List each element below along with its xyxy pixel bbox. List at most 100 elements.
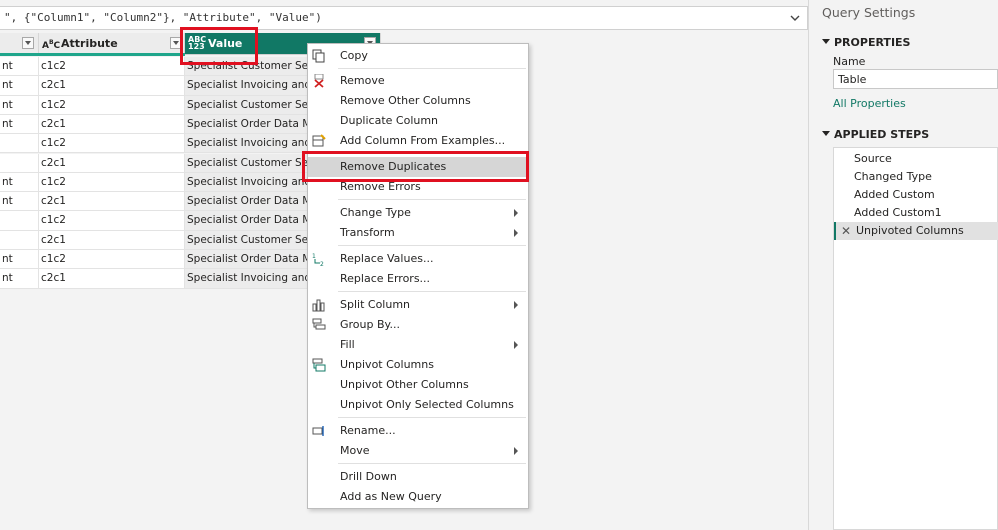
menu-item-label: Replace Errors... [340,272,431,285]
table-cell[interactable]: nt [0,114,39,135]
table-cell[interactable]: c1c2 [39,134,185,154]
menu-item-add-column-from-examples[interactable]: Add Column From Examples... [308,131,528,151]
menu-item-remove[interactable]: Remove [308,71,528,91]
table-cell[interactable]: nt [0,192,39,212]
step-source[interactable]: Source [834,150,998,168]
menu-item-transform[interactable]: Transform [308,223,528,243]
copy-icon [312,49,325,63]
menu-item-label: Drill Down [340,470,397,483]
query-name-input[interactable]: Table [833,69,998,89]
menu-separator [338,245,526,246]
menu-item-remove-other-columns[interactable]: Remove Other Columns [308,91,528,111]
table-cell[interactable]: nt [0,76,39,96]
table-cell[interactable] [0,230,39,250]
table-cell[interactable]: c2c1 [39,153,185,173]
formula-bar[interactable]: ", {"Column1", "Column2"}, "Attribute", … [0,6,808,30]
unpivot-icon [312,358,326,372]
menu-item-label: Move [340,444,370,457]
menu-item-move[interactable]: Move [308,441,528,461]
menu-item-fill[interactable]: Fill [308,335,528,355]
menu-item-label: Split Column [340,298,411,311]
rename-icon [312,426,324,436]
menu-item-label: Add Column From Examples... [340,134,506,147]
menu-item-unpivot-columns[interactable]: Unpivot Columns [308,355,528,375]
table-cell[interactable]: nt [0,250,39,270]
split-column-icon [312,299,325,312]
context-menu: Copy Remove Remove Other Columns Duplica… [307,43,529,509]
collapse-triangle-icon[interactable] [822,131,830,136]
submenu-arrow-icon [514,229,518,237]
menu-item-drill-down[interactable]: Drill Down [308,467,528,487]
query-settings-pane: Query Settings PROPERTIES Name Table All… [808,0,998,530]
menu-item-label: Replace Values... [340,252,434,265]
column-header-attribute[interactable]: ABC Attribute [39,33,185,55]
collapse-triangle-icon[interactable] [822,39,830,44]
menu-item-unpivot-other-columns[interactable]: Unpivot Other Columns [308,375,528,395]
menu-item-group-by[interactable]: Group By... [308,315,528,335]
table-cell[interactable]: nt [0,172,39,193]
table-cell[interactable]: c1c2 [39,250,185,270]
text-type-icon[interactable]: ABC [42,39,60,51]
pane-divider [808,0,809,530]
menu-item-label: Add as New Query [340,490,442,503]
table-cell[interactable]: c2c1 [39,114,185,135]
step-label: Unpivoted Columns [856,224,964,237]
menu-item-label: Unpivot Only Selected Columns [340,398,514,411]
all-properties-link[interactable]: All Properties [833,97,906,110]
submenu-arrow-icon [514,209,518,217]
svg-text:1: 1 [312,253,316,260]
table-cell[interactable]: c1c2 [39,57,185,77]
menu-separator [338,463,526,464]
menu-item-unpivot-only-selected[interactable]: Unpivot Only Selected Columns [308,395,528,415]
menu-separator [338,68,526,69]
table-cell[interactable]: c2c1 [39,230,185,250]
table-cell[interactable]: c2c1 [39,76,185,96]
menu-item-change-type[interactable]: Change Type [308,203,528,223]
menu-item-label: Group By... [340,318,400,331]
menu-item-duplicate-column[interactable]: Duplicate Column [308,111,528,131]
table-cell[interactable]: c1c2 [39,95,185,115]
step-label: Added Custom [854,188,935,201]
step-added-custom[interactable]: Added Custom [834,186,998,204]
formula-text[interactable]: ", {"Column1", "Column2"}, "Attribute", … [4,11,322,24]
table-cell[interactable] [0,211,39,231]
menu-item-label: Unpivot Other Columns [340,378,469,391]
table-cell[interactable]: c2c1 [39,269,185,289]
section-heading: PROPERTIES [834,36,911,49]
table-cell[interactable]: c1c2 [39,172,185,193]
step-changed-type[interactable]: Changed Type [834,168,998,186]
chevron-down-icon[interactable] [789,12,801,24]
menu-item-replace-errors[interactable]: Replace Errors... [308,269,528,289]
menu-item-label: Rename... [340,424,396,437]
menu-item-label: Remove Other Columns [340,94,471,107]
step-added-custom1[interactable]: Added Custom1 [834,204,998,222]
table-cell[interactable]: nt [0,95,39,115]
table-cell[interactable]: c2c1 [39,192,185,212]
menu-item-label: Unpivot Columns [340,358,434,371]
menu-separator [338,199,526,200]
table-cell[interactable] [0,153,39,173]
table-cell[interactable]: c1c2 [39,211,185,231]
table-cell[interactable] [0,134,39,154]
step-unpivoted-columns[interactable]: ✕ Unpivoted Columns [834,222,998,240]
replace-values-icon: 12 [312,253,324,266]
table-cell[interactable]: nt [0,269,39,289]
delete-step-icon[interactable]: ✕ [841,224,851,238]
remove-column-icon [314,74,324,88]
menu-item-add-as-new-query[interactable]: Add as New Query [308,487,528,507]
table-cell[interactable]: nt [0,57,39,77]
column-filter-dropdown[interactable] [22,37,34,49]
menu-item-label: Change Type [340,206,411,219]
menu-item-label: Duplicate Column [340,114,439,127]
menu-item-rename[interactable]: Rename... [308,421,528,441]
svg-text:2: 2 [320,261,324,266]
section-heading: APPLIED STEPS [834,128,930,141]
submenu-arrow-icon [514,447,518,455]
menu-item-label: Remove [340,74,385,87]
menu-item-label: Copy [340,49,368,62]
highlight-box-remove-duplicates [302,151,529,182]
menu-item-split-column[interactable]: Split Column [308,295,528,315]
column-header-first[interactable] [0,33,39,55]
menu-item-copy[interactable]: Copy [308,46,528,66]
menu-item-replace-values[interactable]: 12 Replace Values... [308,249,528,269]
